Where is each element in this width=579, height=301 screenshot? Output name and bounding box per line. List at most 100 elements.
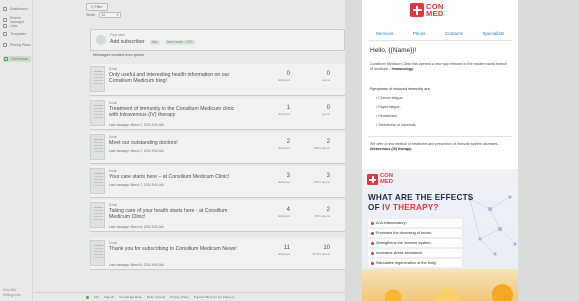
flow-icon xyxy=(96,35,106,45)
message-row[interactable]: Email Taking care of your health starts … xyxy=(90,200,345,232)
delivered-count: 3 xyxy=(286,173,290,179)
sidebar-item-label: Lists xyxy=(10,24,18,28)
sidebar-item-lists[interactable]: Lists xyxy=(3,24,31,28)
opens-count: 0 xyxy=(326,105,330,111)
message-kind: Email xyxy=(109,203,117,207)
iv-therapy-banner: CON MED WHAT ARE THE EFFECTS OF IV THERAP… xyxy=(362,169,518,301)
delivered-stat: 11 delivered xyxy=(260,245,290,256)
message-subject[interactable]: Your care starts here – at Consilium Med… xyxy=(109,174,239,180)
intro-paragraph: Consilium Medicum Clinic has opened a ne… xyxy=(370,62,508,71)
logo-wordmark: CON MED xyxy=(380,173,393,185)
message-row[interactable]: Email Treatment of immunity in the Consi… xyxy=(90,98,345,130)
flow-title: Add subscriber xyxy=(110,39,145,45)
footer-link[interactable]: Knowledge Base xyxy=(119,295,142,299)
nav-link-contacts[interactable]: Contacts xyxy=(445,31,463,36)
message-subject[interactable]: Only useful and interesting health infor… xyxy=(109,72,239,85)
message-subject[interactable]: Meet our outstanding doctors! xyxy=(109,140,239,146)
sidebar-footer: Help 888 Settings Info xyxy=(3,288,21,297)
footer-link[interactable]: Support xyxy=(104,295,115,299)
message-row[interactable]: Email Meet our outstanding doctors! Last… xyxy=(90,132,345,164)
opens-count: 10 xyxy=(323,245,330,251)
section-label: Messages created from queue xyxy=(93,53,145,57)
banner-logo: CON MED xyxy=(367,173,393,186)
campaign-app: Dashboard Events manager Lists Templates… xyxy=(0,0,345,301)
delivered-label: delivered xyxy=(277,146,290,150)
opens-count: 3 xyxy=(326,173,330,179)
message-kind: Email xyxy=(109,67,117,71)
benefit-item: Promotes the cleansing of toxins; xyxy=(368,229,462,237)
gift-icon xyxy=(4,57,8,61)
delivered-stat: 4 delivered xyxy=(260,207,290,218)
greeting: Hello, {{Name}}! xyxy=(370,47,417,54)
delivered-count: 0 xyxy=(286,71,290,77)
opens-count: 2 xyxy=(326,139,330,145)
email-thumbnail xyxy=(90,66,105,92)
footer-link[interactable]: Privacy Policy xyxy=(170,295,189,299)
templates-icon xyxy=(3,32,7,36)
message-subject[interactable]: Taking care of your health starts here -… xyxy=(109,208,239,221)
benefit-item: Anti-inflammatory; xyxy=(368,219,462,227)
message-kind: Email xyxy=(109,135,117,139)
opens-label: 50% opens xyxy=(314,214,330,218)
sidebar-item-label: Templates xyxy=(10,32,27,36)
sidebar-item-templates[interactable]: Templates xyxy=(3,32,31,36)
email-thumbnail xyxy=(90,134,105,160)
opens-label: opens xyxy=(321,78,330,82)
nav-link-specialists[interactable]: Specialists xyxy=(482,31,504,36)
message-kind: Email xyxy=(109,101,117,105)
opens-count: 2 xyxy=(326,207,330,213)
message-subject[interactable]: Thank you for subscribing to Consilium M… xyxy=(109,246,239,252)
opens-stat: 0 opens xyxy=(300,71,330,82)
sidebar-item-label: Get bonus xyxy=(11,57,28,61)
offer-paragraph: We offer a new method of treatment and p… xyxy=(370,142,500,151)
message-row[interactable]: Email Only useful and interesting health… xyxy=(90,64,345,96)
email-nav: Services Prices Contacts Specialists xyxy=(362,31,518,36)
nav-link-prices[interactable]: Prices xyxy=(413,31,426,36)
settings-link[interactable]: Settings Info xyxy=(3,293,21,297)
delivered-stat: 0 delivered xyxy=(260,71,290,82)
sidebar-item-bonus[interactable]: Get bonus xyxy=(3,56,31,62)
nav-link-services[interactable]: Services xyxy=(376,31,394,36)
filter-button[interactable]: ⚲ Filter xyxy=(86,3,108,11)
sidebar-item-dashboard[interactable]: Dashboard xyxy=(3,7,31,11)
footer-link[interactable]: Refer a friend xyxy=(147,295,165,299)
sidebar: Dashboard Events manager Lists Templates… xyxy=(0,0,33,301)
sidebar-item-events[interactable]: Events manager xyxy=(3,16,31,24)
opens-stat: 0 opens xyxy=(300,105,330,116)
divider xyxy=(368,136,512,137)
banner-headline-accent: IV THERAPY? xyxy=(382,203,439,212)
message-subject[interactable]: Treatment of immunity in the Consilium M… xyxy=(109,106,239,119)
flow-start-card[interactable]: Flow start Add subscriber Max New Leads … xyxy=(90,29,345,51)
message-row[interactable]: Email Your care starts here – at Consili… xyxy=(90,166,345,198)
sidebar-item-label: Events manager xyxy=(10,16,25,24)
delivered-label: delivered xyxy=(277,78,290,82)
show-select[interactable]: 10 ▾ xyxy=(99,12,121,18)
email-thumbnail xyxy=(90,240,105,266)
status-dot-icon xyxy=(86,295,89,299)
opens-stat: 3 100% opens xyxy=(300,173,330,184)
offer-bold: Intravenous (IV) therapy. xyxy=(370,147,412,151)
opens-label: opens xyxy=(321,112,330,116)
flow-title-row: Add subscriber Max New Leads - 1700 xyxy=(110,39,195,45)
email-thumbnail xyxy=(90,168,105,194)
delivered-label: delivered xyxy=(277,214,290,218)
message-meta: Last message: March 7, 2024 9:00 AM xyxy=(109,149,164,153)
events-icon xyxy=(3,18,7,22)
flow-badge: New Leads - 1700 xyxy=(164,39,195,45)
footer-link[interactable]: Special Offers for our Partners xyxy=(194,295,234,299)
symptoms-title: Symptoms of reduced immunity are: xyxy=(370,87,431,91)
delivered-stat: 2 delivered xyxy=(260,139,290,150)
chevron-down-icon: ▾ xyxy=(116,13,119,17)
medical-cross-icon xyxy=(367,174,378,186)
footer-link[interactable]: API xyxy=(94,295,99,299)
symptom-item: Chronic fatigue; xyxy=(376,96,403,100)
delivered-count: 2 xyxy=(286,139,290,145)
message-row[interactable]: Email Thank you for subscribing to Consi… xyxy=(90,238,345,270)
opens-label: 100% opens xyxy=(313,146,330,150)
sidebar-item-pricing[interactable]: Pricing Plans xyxy=(3,43,31,47)
intro-bold: immunology. xyxy=(391,67,414,71)
dashboard-icon xyxy=(3,7,7,11)
opens-label: 100% opens xyxy=(313,180,330,184)
opens-stat: 10 90.9% opens xyxy=(300,245,330,256)
opens-count: 0 xyxy=(326,71,330,77)
